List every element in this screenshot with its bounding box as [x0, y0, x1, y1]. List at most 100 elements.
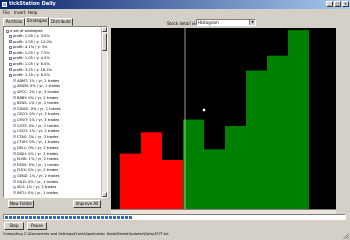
tree-scrollbar[interactable] [101, 27, 107, 197]
tree-item-label: profit: 3.25 / y: 18.2% [13, 67, 53, 72]
tree-stock-item[interactable]: ABMT: 1% / yr, 2 trades [13, 79, 59, 83]
collapse-icon[interactable] [6, 29, 9, 33]
tree-stock-item[interactable]: BEAS: 1% / yr, 2 trades [13, 101, 59, 105]
strategy-tree[interactable]: a set of strategies profit: 1.05 / y: 3.… [3, 26, 108, 198]
minimize-button[interactable]: _ [326, 1, 333, 7]
tree-stock-item[interactable]: IACI: 1% / yr, 2 trades [13, 185, 56, 189]
menu-insert[interactable]: Insert [14, 10, 25, 15]
stock-icon [13, 168, 16, 172]
tree-item-label: BEAS: 1% / yr, 2 trades [17, 101, 59, 106]
progress-segment [41, 216, 44, 219]
tree-stock-item[interactable]: DISH: 0% / yr, 1 trades [13, 152, 58, 156]
stock-icon [13, 96, 16, 100]
tree-stock-item[interactable]: DELL: 0% / yr, 2 trades [13, 146, 58, 150]
tree-stock-item[interactable]: CTAS: 2% / yr, 3 trades [13, 135, 59, 139]
improve-all-button[interactable]: Improve All [73, 200, 101, 208]
price-marker [202, 108, 206, 112]
menu-file[interactable]: File [3, 10, 10, 15]
tree-item-label: profit: 1.05 / y: 13.0% [13, 39, 53, 44]
tree-stock-item[interactable]: AMZN: 0% / yr, 1 trades [13, 84, 60, 88]
progress-segment [125, 216, 128, 219]
stop-button[interactable]: Stop [4, 222, 24, 230]
tree-item-label: CSCO: 1% / yr, 2 trades [17, 129, 60, 134]
tab-portfolio[interactable]: Portfolio [3, 18, 25, 26]
tree-stock-item[interactable]: GILD: 0% / yr, 1 trades [13, 180, 58, 184]
tree-stock-item[interactable]: CDWC: 0% / yr, 1 trades [13, 107, 61, 111]
expand-icon[interactable] [9, 51, 12, 55]
progress-segment [97, 216, 100, 219]
tree-folder-item[interactable]: profit: 1.05 / y: 4.5% [9, 56, 50, 60]
expand-icon[interactable] [9, 68, 12, 72]
progress-segment [57, 216, 60, 219]
tree-stock-item[interactable]: CSCO: 1% / yr, 2 trades [13, 129, 59, 133]
tree-item-label: DISH: 0% / yr, 1 trades [17, 151, 59, 156]
stock-icon [13, 124, 16, 128]
tree-stock-item[interactable]: CTXH: 0% / yr, 1 trades [13, 140, 59, 144]
histogram-chart[interactable] [111, 28, 336, 210]
maximize-button[interactable]: □ [334, 1, 341, 7]
tree-stock-item[interactable]: APCC: 1% / yr, 3 trades [13, 90, 59, 94]
tree-item-label: APCC: 1% / yr, 3 trades [17, 90, 59, 94]
resize-grip-icon[interactable] [343, 233, 349, 239]
progress-segment [65, 216, 68, 219]
new-folder-button[interactable]: New Folder [8, 200, 34, 208]
scroll-down-icon[interactable] [102, 192, 107, 197]
tree-stock-item[interactable]: BBBY: 0% / yr, 2 trades [13, 96, 58, 100]
tree-item-label: ESRX: 0% / yr, 1 trades [17, 162, 59, 167]
tree-item-label: profit: 1.05 / y: 7.5% [13, 50, 50, 55]
tree-folder-item[interactable]: profit: 1.05 / y: 6.0% [9, 62, 50, 66]
expand-icon[interactable] [9, 45, 12, 49]
tab-distribute[interactable]: Distribute [49, 18, 73, 26]
stock-icon [13, 90, 16, 94]
menu-help[interactable]: Help [28, 10, 37, 15]
tree-item-label: profit: 1.05 / y: 3.0% [13, 34, 50, 38]
tree-stock-item[interactable]: INTU: 0% / yr, 1 trades [13, 191, 58, 195]
tree-folder-item[interactable]: profit: 3.25 / y: 18.2% [9, 68, 52, 72]
tab-strategies[interactable]: Strategies [25, 17, 49, 26]
tree-stock-item[interactable]: GENZ: 1% / yr, 2 trades [13, 174, 60, 178]
histogram-bar [204, 149, 225, 209]
stock-icon [13, 129, 16, 133]
expand-icon[interactable] [9, 73, 12, 77]
expand-icon[interactable] [9, 56, 12, 60]
title-bar[interactable]: tickStation Daily _ □ × [0, 0, 350, 9]
histogram-bar [225, 125, 246, 209]
progress-segment [129, 216, 132, 219]
expand-icon[interactable] [9, 34, 12, 38]
progress-segment [101, 216, 104, 219]
tree-item-label: CECO: 0% / yr, 2 trades [17, 112, 60, 117]
scroll-up-icon[interactable] [102, 27, 107, 32]
tree-stock-item[interactable]: FLEX: 0% / yr, 2 trades [13, 168, 58, 172]
stock-icon [13, 191, 16, 195]
tree-stock-item[interactable]: CECO: 0% / yr, 2 trades [13, 112, 59, 116]
chart-view-select[interactable]: Histogram ▼ [196, 19, 256, 26]
close-button[interactable]: × [342, 1, 349, 7]
tree-root[interactable]: a set of strategies [6, 29, 43, 33]
progress-segment [61, 216, 64, 219]
scroll-thumb[interactable] [102, 33, 107, 51]
progress-segment [37, 216, 40, 219]
tree-folder-item[interactable]: profit: 1.05 / y: 3.0% [9, 34, 50, 38]
tree-item-label: GILD: 0% / yr, 1 trades [17, 179, 58, 184]
tree-item-label: AMZN: 0% / yr, 1 trades [17, 84, 61, 89]
stock-icon [13, 135, 16, 139]
expand-icon[interactable] [9, 62, 12, 66]
menu-bar: File Insert Help [0, 9, 350, 16]
tree-stock-item[interactable]: COST: 0% / yr, 2 trades [13, 124, 59, 128]
chart-view-value: Histogram [198, 20, 219, 25]
tree-folder-item[interactable]: profit: 1.15 / y: 6.5% [9, 73, 50, 77]
tree-folder-item[interactable]: profit: 1.05 / y: 7.5% [9, 51, 50, 55]
pause-button[interactable]: Pause [27, 222, 47, 230]
tree-item-label: CTXH: 0% / yr, 1 trades [17, 140, 60, 145]
progress-segment [49, 216, 52, 219]
stock-icon [13, 146, 16, 150]
chevron-down-icon[interactable]: ▼ [249, 20, 255, 25]
tree-stock-item[interactable]: ESRX: 0% / yr, 1 trades [13, 163, 59, 167]
tree-folder-item[interactable]: profit: 1.05 / y: 13.0% [9, 40, 52, 44]
expand-icon[interactable] [9, 40, 12, 44]
histogram-bar [183, 119, 204, 209]
stock-icon [13, 180, 16, 184]
tree-folder-item[interactable]: profit: 4.1% / y: 3% [9, 45, 47, 49]
tree-stock-item[interactable]: CMVT: 1% / yr, 3 trades [13, 118, 59, 122]
tree-stock-item[interactable]: ELNK: 1% / yr, 2 trades [13, 157, 59, 161]
